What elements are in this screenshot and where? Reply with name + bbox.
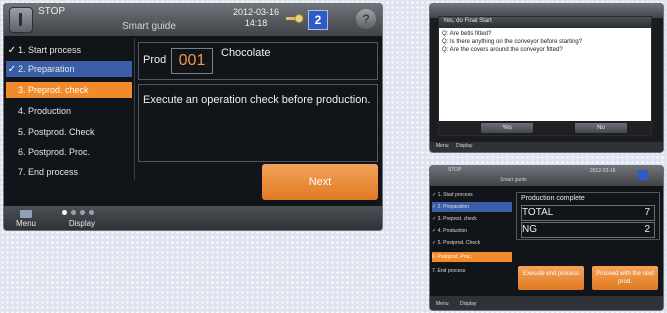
instruction-panel: Execute an operation check before produc…	[138, 84, 378, 162]
product-panel: Prod 001 Chocolate	[138, 42, 378, 80]
step-postprod-check[interactable]: ✓ 5. Postprod. Check	[432, 238, 512, 248]
product-label: Prod	[143, 54, 167, 66]
yes-button[interactable]: Yes	[481, 123, 533, 133]
confirmation-screen: Yes, do Final Start Q: Are belts fitted?…	[430, 4, 663, 152]
step-label: 3. Preprod. check	[18, 85, 89, 95]
check-icon: ✓	[7, 64, 17, 75]
machine-status: STOP	[448, 167, 462, 173]
step-end-process[interactable]: 7. End process	[432, 266, 512, 276]
mode-label: Smart guide	[500, 177, 527, 183]
step-preprod-check[interactable]: 3. Preprod. check	[6, 82, 132, 98]
instruction-text: Execute an operation check before produc…	[143, 94, 371, 106]
results-panel: Production complete TOTAL 7 NG 2	[516, 192, 660, 240]
display-button[interactable]: Display	[460, 301, 476, 307]
step-preprod-check[interactable]: ✓ 3. Preprod. check	[432, 214, 512, 224]
dialog-title: Yes, do Final Start	[443, 18, 492, 24]
total-label: TOTAL	[522, 207, 554, 218]
step-start-process[interactable]: ✓ 1. Start process	[6, 42, 132, 58]
dialog-button-bar: Yes No	[439, 121, 651, 135]
menu-label: Menu	[15, 219, 36, 228]
execute-end-process-button[interactable]: Execute end process	[518, 266, 584, 290]
no-button[interactable]: No	[575, 123, 627, 133]
date-display: 2012-03-16	[590, 168, 616, 174]
product-number[interactable]: 001	[171, 48, 213, 74]
step-preparation[interactable]: ✓ 2. Preparation	[432, 202, 512, 212]
divider	[134, 38, 135, 180]
confirmation-dialog: Yes, do Final Start Q: Are belts fitted?…	[438, 16, 652, 136]
time-display: 14:18	[244, 18, 268, 28]
display-button[interactable]: Display	[56, 208, 108, 228]
question-icon: ?	[362, 12, 370, 26]
machine-status: STOP	[38, 6, 66, 17]
step-label: 4. Production	[18, 106, 72, 116]
ng-row: NG 2	[521, 222, 655, 238]
product-name: Chocolate	[221, 47, 271, 59]
step-label: 1. Start process	[18, 45, 82, 55]
step-postprod-proc[interactable]: 6. Postprod. Proc.	[6, 144, 132, 160]
step-start-process[interactable]: ✓ 1. Start process	[432, 190, 512, 200]
total-value: 7	[644, 207, 650, 218]
header-bar: STOP Smart guide 2012-03-16	[430, 166, 663, 186]
ng-label: NG	[522, 224, 537, 235]
key-icon[interactable]	[286, 12, 304, 26]
step-production[interactable]: ✓ 4. Production	[432, 226, 512, 236]
header-bar: STOP Smart guide 2012-03-16 14:18 2 ?	[4, 4, 382, 36]
step-label: 5. Postprod. Check	[18, 127, 95, 137]
production-complete-screen: STOP Smart guide 2012-03-16 ✓ 1. Start p…	[430, 166, 663, 310]
proceed-next-prod-button[interactable]: Proceed with the next prod.	[592, 266, 658, 290]
production-complete-label: Production complete	[521, 195, 585, 202]
step-postprod-proc[interactable]: 6. Postprod. Proc.	[432, 252, 512, 262]
main-screen: STOP Smart guide 2012-03-16 14:18 2 ? ✓ 1…	[4, 4, 382, 230]
step-label: 2. Preparation	[18, 64, 75, 74]
question-line: Q: Is there anything on the conveyor bef…	[442, 39, 583, 45]
step-end-process[interactable]: 7. End process	[6, 164, 132, 180]
menu-icon	[20, 210, 32, 218]
help-button[interactable]: ?	[356, 9, 376, 29]
bottom-bar: Menu Display	[430, 142, 663, 152]
step-label: 6. Postprod. Proc.	[18, 147, 91, 157]
question-line: Q: Are belts fitted?	[442, 31, 492, 37]
display-label: Display	[68, 219, 96, 228]
question-line: Q: Are the covers around the conveyor fi…	[442, 47, 563, 53]
display-button[interactable]: Display	[456, 143, 472, 149]
step-label: 7. End process	[18, 167, 79, 177]
menu-button[interactable]: Menu	[436, 301, 449, 307]
step-postprod-check[interactable]: 5. Postprod. Check	[6, 124, 132, 140]
check-icon: ✓	[7, 45, 17, 56]
bottom-bar: Menu Display	[4, 206, 382, 230]
step-production[interactable]: 4. Production	[6, 103, 132, 119]
total-row: TOTAL 7	[521, 205, 655, 221]
dialog-title-bar: Yes, do Final Start	[439, 17, 651, 28]
menu-button[interactable]: Menu	[436, 143, 449, 149]
bottom-bar: Menu Display	[430, 296, 663, 310]
mode-label: Smart guide	[122, 21, 176, 32]
status-button[interactable]	[9, 7, 33, 33]
ng-value: 2	[644, 224, 650, 235]
user-level-badge[interactable]: 2	[308, 10, 328, 30]
date-display: 2012-03-16	[232, 7, 280, 17]
step-preparation[interactable]: ✓ 2. Preparation	[6, 61, 132, 77]
user-level-badge[interactable]	[638, 170, 648, 180]
pause-icon	[19, 13, 22, 26]
page-dots-icon	[62, 210, 102, 216]
next-button[interactable]: Next	[262, 164, 378, 200]
menu-button[interactable]: Menu	[10, 208, 42, 228]
